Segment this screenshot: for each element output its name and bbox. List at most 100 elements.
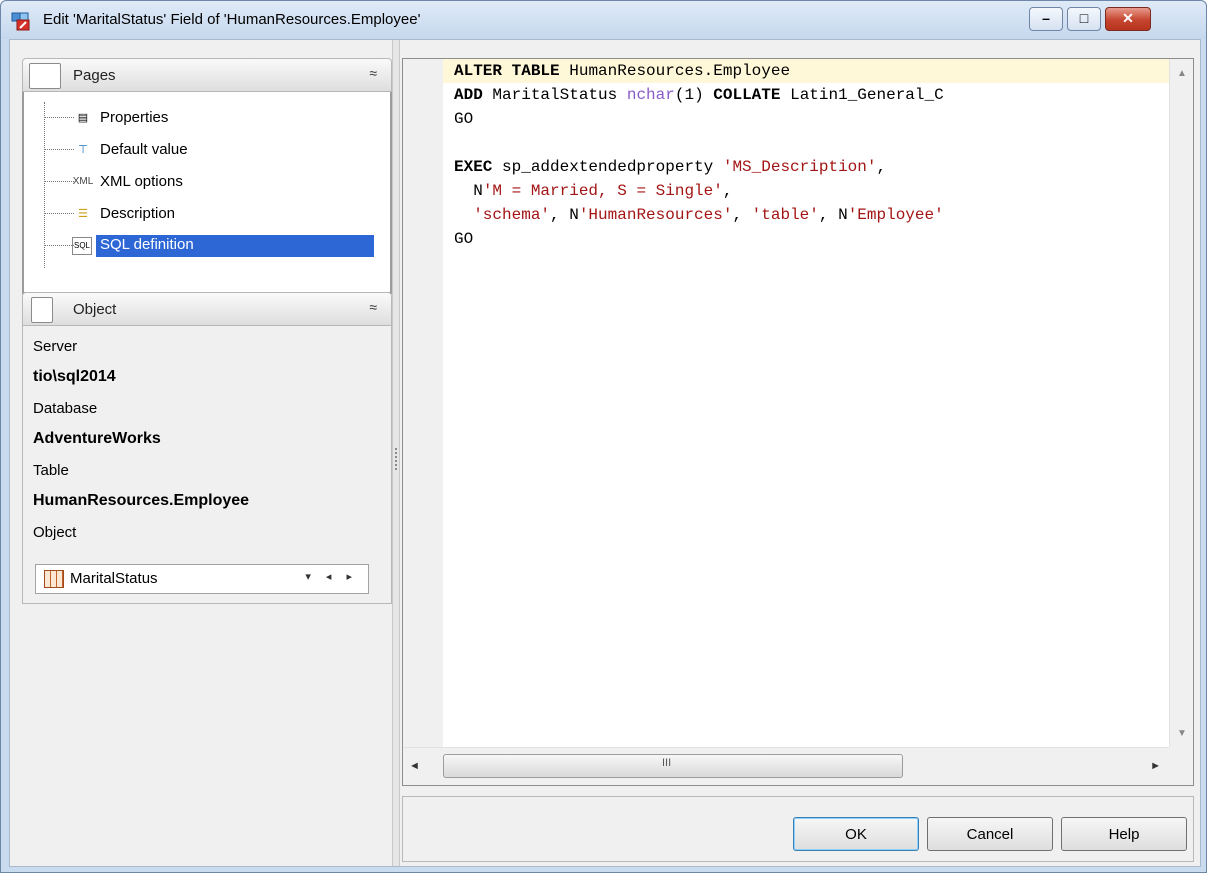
scroll-left-icon[interactable]: ◄ (409, 760, 420, 772)
code-text: N (454, 182, 483, 200)
maximize-icon: □ (1079, 10, 1089, 26)
tree-connector (44, 245, 74, 246)
tree-item-label: Default value (100, 141, 188, 158)
code-text: Latin1_General_C (780, 86, 944, 104)
object-panel-header[interactable]: Object ≈ (22, 292, 392, 326)
code-line-6: N'M = Married, S = Single', (443, 179, 1169, 203)
minimize-icon: – (1042, 10, 1050, 26)
code-string: 'MS_Description' (722, 158, 877, 176)
code-string: 'M = Married, S = Single' (482, 182, 723, 200)
button-bar: OK Cancel Help (402, 796, 1194, 862)
code-keyword: ADD (454, 86, 483, 104)
maximize-button[interactable]: □ (1067, 7, 1101, 31)
code-text: , (876, 158, 887, 176)
code-text: (1) (674, 86, 714, 104)
code-string: 'HumanResources' (578, 206, 733, 224)
server-label: Server (33, 338, 78, 355)
database-label: Database (33, 400, 98, 417)
pages-tree: ▤ Properties ⊤ Default value XML XML opt… (22, 92, 392, 294)
server-value: tio\sql2014 (33, 368, 116, 385)
code-string: 'Employee' (847, 206, 944, 224)
object-selector-value: MaritalStatus (70, 570, 158, 587)
tree-item-xml-options[interactable]: XML XML options (44, 168, 378, 196)
object-label: Object (33, 524, 77, 541)
code-text: GO (454, 230, 474, 248)
code-string: 'schema' (473, 206, 551, 224)
editor-gutter (403, 59, 443, 747)
object-nav-arrows[interactable]: ▾ ◂ ▸ (305, 570, 358, 583)
scroll-down-icon[interactable]: ▼ (1170, 723, 1194, 745)
code-text: , (732, 206, 752, 224)
xml-icon: XML (72, 176, 94, 187)
tree-connector (44, 117, 74, 118)
code-text: HumanResources.Employee (569, 62, 791, 80)
code-line-2: ADD MaritalStatus nchar(1) COLLATE Latin… (443, 83, 1169, 107)
code-keyword: COLLATE (713, 86, 781, 104)
tree-item-label: Description (100, 205, 176, 222)
title-bar[interactable]: Edit 'MaritalStatus' Field of 'HumanReso… (1, 1, 1206, 39)
object-icon (31, 297, 53, 323)
code-keyword: EXEC (454, 158, 493, 176)
collapse-icon[interactable]: ≈ (369, 65, 377, 81)
pages-icon (29, 63, 61, 89)
code-line-8: GO (443, 227, 1169, 251)
thumb-grip: III (662, 757, 672, 769)
scroll-corner (1169, 747, 1193, 785)
collapse-icon[interactable]: ≈ (369, 299, 377, 315)
description-icon: ☰ (78, 208, 88, 220)
tree-connector (44, 149, 74, 150)
splitter-grip[interactable] (395, 448, 399, 470)
dialog-window: Edit 'MaritalStatus' Field of 'HumanReso… (0, 0, 1207, 873)
code-line-1: ALTER TABLE HumanResources.Employee (443, 59, 1169, 83)
tree-item-default-value[interactable]: ⊤ Default value (44, 136, 378, 164)
tree-connector (44, 181, 74, 182)
close-button[interactable]: ✕ (1105, 7, 1151, 31)
scroll-up-icon[interactable]: ▲ (1170, 63, 1194, 85)
code-line-7: 'schema', N'HumanResources', 'table', N'… (443, 203, 1169, 227)
code-text: MaritalStatus (492, 86, 627, 104)
tree-item-properties[interactable]: ▤ Properties (44, 104, 378, 132)
tree-item-description[interactable]: ☰ Description (44, 200, 378, 228)
vertical-scrollbar[interactable]: ▲ ▼ (1169, 59, 1193, 747)
code-line-3: GO (443, 107, 1169, 131)
code-type: nchar (626, 86, 675, 104)
sql-icon: SQL (72, 237, 92, 255)
close-icon: ✕ (1122, 10, 1134, 26)
cancel-button[interactable]: Cancel (927, 817, 1053, 851)
dialog-client-area: Pages ≈ ▤ Properties ⊤ Default value XML (9, 39, 1201, 867)
code-text: sp_addextendedproperty (492, 158, 723, 176)
table-value: HumanResources.Employee (33, 492, 250, 509)
object-panel-title: Object (73, 301, 117, 318)
code-text: , N (818, 206, 848, 224)
tree-connector (44, 213, 74, 214)
scroll-right-icon[interactable]: ► (1150, 760, 1161, 772)
pages-panel-title: Pages (73, 67, 116, 84)
tree-item-sql-definition[interactable]: SQL SQL definition (44, 232, 378, 260)
code-text: , (722, 182, 733, 200)
table-label: Table (33, 462, 69, 479)
window-title: Edit 'MaritalStatus' Field of 'HumanReso… (43, 11, 421, 28)
scroll-thumb[interactable]: III (443, 754, 903, 778)
horizontal-scrollbar[interactable]: ◄ III ► (403, 747, 1169, 785)
minimize-button[interactable]: – (1029, 7, 1063, 31)
code-area[interactable]: ALTER TABLE HumanResources.Employee ADD … (443, 59, 1169, 747)
code-text: GO (454, 110, 474, 128)
ok-button-label: OK (845, 826, 867, 843)
code-keyword: ALTER TABLE (454, 62, 560, 80)
sql-editor[interactable]: ALTER TABLE HumanResources.Employee ADD … (402, 58, 1194, 786)
object-selector[interactable]: MaritalStatus ▾ ◂ ▸ (35, 564, 369, 594)
tree-item-label: XML options (100, 173, 183, 190)
code-text: , N (550, 206, 579, 224)
field-edit-icon (11, 12, 30, 31)
ok-button[interactable]: OK (793, 817, 919, 851)
object-info: Server tio\sql2014 Database AdventureWor… (22, 326, 392, 604)
default-value-icon: ⊤ (78, 144, 88, 156)
help-button[interactable]: Help (1061, 817, 1187, 851)
panel-splitter[interactable] (392, 40, 400, 866)
pages-panel-header[interactable]: Pages ≈ (22, 58, 392, 92)
table-field-icon (44, 570, 64, 588)
code-string: 'table' (751, 206, 819, 224)
tree-item-label: SQL definition (96, 235, 374, 257)
code-line-5: EXEC sp_addextendedproperty 'MS_Descript… (443, 155, 1169, 179)
